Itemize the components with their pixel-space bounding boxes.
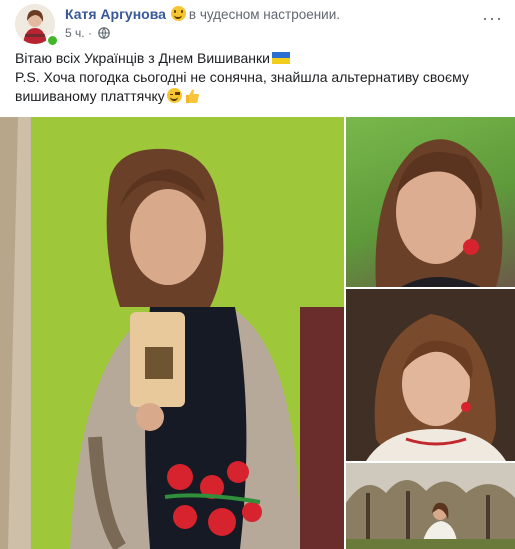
greeting-text: Вітаю всіх Українців з Днем Вишиванки <box>15 50 270 66</box>
photo-4-illustration <box>346 463 515 549</box>
ps-text: P.S. Хоча погодка сьогодні не сонячна, з… <box>15 69 469 104</box>
winking-face-icon <box>166 88 182 103</box>
photo-2-illustration <box>375 139 503 287</box>
ukraine-flag-icon <box>271 52 290 64</box>
post-text: Вітаю всіх Українців з Днем Вишиванки P.… <box>15 49 505 106</box>
post-text-line-2: P.S. Хоча погодка сьогодні не сонячна, з… <box>15 68 505 106</box>
thumbs-up-icon <box>185 89 199 103</box>
post-photo-main[interactable] <box>0 117 344 549</box>
author-line: Катя Аргунова в чудесном настроении. <box>65 6 340 22</box>
post-photo-2[interactable] <box>346 117 515 287</box>
post-meta: 5 ч. · <box>65 26 111 40</box>
post-header: Катя Аргунова в чудесном настроении. 5 ч.… <box>15 4 515 47</box>
more-options-icon[interactable]: ··· <box>482 8 503 29</box>
post-photo-3[interactable] <box>346 289 515 461</box>
photo-3-illustration <box>346 289 515 461</box>
facebook-post: Катя Аргунова в чудесном настроении. 5 ч.… <box>0 0 515 549</box>
online-status-indicator <box>46 34 59 47</box>
post-text-line-1: Вітаю всіх Українців з Днем Вишиванки <box>15 49 505 68</box>
post-photo-4[interactable] <box>346 463 515 549</box>
separator: · <box>87 26 92 40</box>
globe-icon[interactable] <box>98 27 111 39</box>
author-name-link[interactable]: Катя Аргунова <box>65 6 166 22</box>
smiling-face-icon <box>170 6 186 21</box>
feeling-text: в чудесном настроении. <box>188 7 341 22</box>
post-timestamp[interactable]: 5 ч. <box>65 26 85 40</box>
photo-main-illustration <box>0 117 344 549</box>
